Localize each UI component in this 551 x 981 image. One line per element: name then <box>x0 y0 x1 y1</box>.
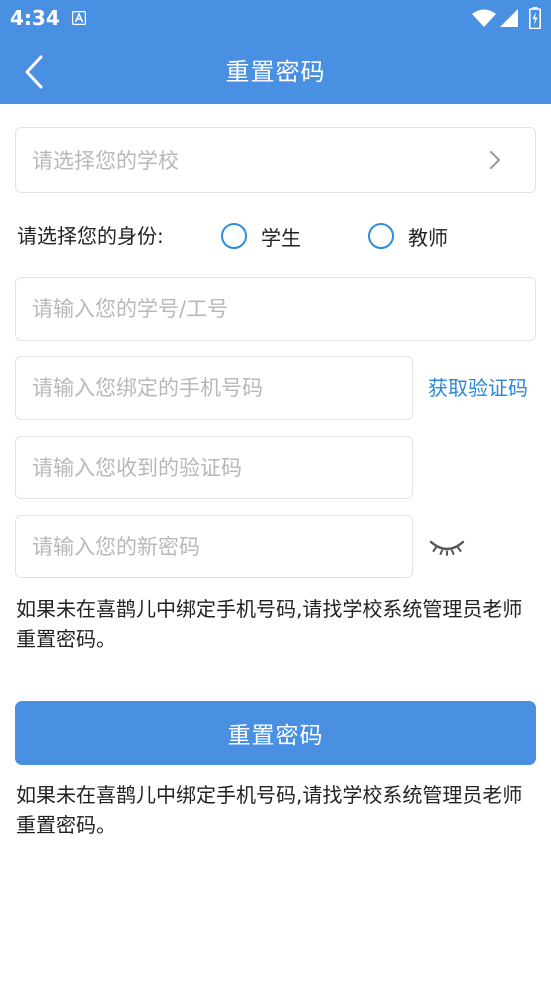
code-field-container <box>15 436 413 499</box>
get-code-button[interactable]: 获取验证码 <box>428 372 528 404</box>
reset-password-button[interactable]: 重置密码 <box>15 701 536 765</box>
new-password-input[interactable] <box>32 534 396 559</box>
verification-code-input[interactable] <box>32 455 396 480</box>
school-select-placeholder: 请选择您的学校 <box>32 149 179 173</box>
page-title: 重置密码 <box>225 58 326 86</box>
password-visibility-toggle[interactable] <box>427 530 467 562</box>
school-select[interactable]: 请选择您的学校 <box>15 127 536 193</box>
identity-option-teacher[interactable]: 教师 <box>368 220 448 252</box>
notice-text: 如果未在喜鹊儿中绑定手机号码,请找学校系统管理员老师重置密码。 <box>16 597 523 651</box>
wifi-icon <box>472 9 496 27</box>
identity-label: 请选择您的身份: <box>17 224 164 248</box>
chevron-right-icon <box>490 151 500 169</box>
footer-notice-text: 如果未在喜鹊儿中绑定手机号码,请找学校系统管理员老师重置密码。 <box>16 783 523 837</box>
status-bar: 4:34 <box>0 0 551 36</box>
status-time: 4:34 <box>10 6 60 30</box>
app-header: 4:34 重置密码 <box>0 0 551 104</box>
password-field-container <box>15 515 413 578</box>
radio-teacher-circle[interactable] <box>368 223 394 249</box>
signal-icon <box>500 9 518 27</box>
radio-student-circle[interactable] <box>221 223 247 249</box>
phone-field-container <box>15 356 413 420</box>
identity-option-student-label: 学生 <box>261 225 301 250</box>
id-field-container <box>15 277 536 341</box>
student-id-input[interactable] <box>32 297 519 321</box>
identity-option-teacher-label: 教师 <box>408 225 448 250</box>
battery-charging-icon <box>529 7 541 29</box>
eye-closed-icon <box>429 540 465 556</box>
phone-input[interactable] <box>32 376 396 400</box>
identity-option-student[interactable]: 学生 <box>221 220 301 252</box>
a-letter-icon <box>72 11 86 25</box>
